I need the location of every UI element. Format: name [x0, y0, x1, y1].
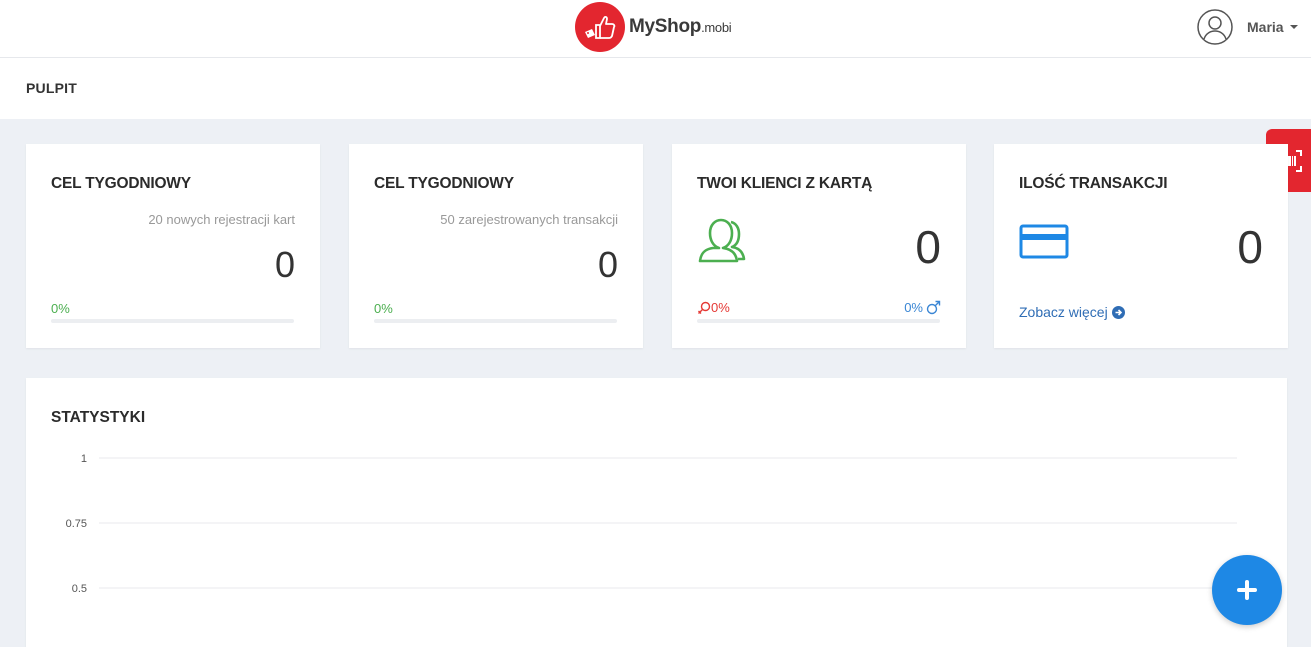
card-percent: 0% [374, 301, 393, 316]
male-symbol-icon [926, 300, 941, 315]
male-percent: 0% [904, 300, 941, 315]
card-clients-card: TWOI KLIENCI Z KARTĄ 0 0% 0% [672, 144, 966, 348]
users-icon [698, 218, 746, 263]
card-value: 0 [274, 244, 295, 285]
progress-bar [697, 319, 940, 323]
top-bar: MyShop.mobi Maria [0, 0, 1311, 58]
avatar-icon [1197, 9, 1233, 45]
card-subtitle: 20 nowych rejestracji kart [148, 212, 295, 227]
chevron-down-icon [1289, 25, 1298, 29]
card-title: TWOI KLIENCI Z KARTĄ [697, 175, 873, 192]
weekly-goal-transactions-card: CEL TYGODNIOWY 50 zarejestrowanych trans… [349, 144, 643, 348]
page-title: PULPIT [26, 80, 77, 96]
statistics-panel: STATYSTYKI 1 0.75 0.5 [26, 378, 1287, 647]
logo-thumbs-up-icon [575, 2, 625, 52]
card-percent: 0% [51, 301, 70, 316]
user-menu[interactable]: Maria [1197, 8, 1298, 46]
female-symbol-icon [698, 301, 711, 314]
brand-logo[interactable]: MyShop.mobi [575, 2, 732, 52]
page-header: PULPIT [0, 58, 1311, 119]
weekly-goal-cards-card: CEL TYGODNIOWY 20 nowych rejestracji kar… [26, 144, 320, 348]
plus-icon [1237, 580, 1257, 600]
user-name: Maria [1247, 19, 1284, 35]
progress-bar [374, 319, 617, 323]
y-tick-label: 0.5 [72, 583, 87, 595]
y-tick-label: 1 [81, 453, 87, 465]
credit-card-icon [1019, 224, 1069, 259]
see-more-link[interactable]: Zobacz więcej [1019, 304, 1125, 320]
card-title: CEL TYGODNIOWY [51, 175, 191, 192]
arrow-circle-right-icon [1111, 305, 1125, 319]
brand-name: MyShop.mobi [629, 16, 732, 37]
y-tick-label: 0.75 [66, 518, 87, 530]
card-value: 0 [915, 221, 941, 273]
add-button[interactable] [1212, 555, 1282, 625]
statistics-chart: 1 0.75 0.5 [66, 453, 1237, 595]
progress-bar [51, 319, 294, 323]
transactions-count-card: ILOŚĆ TRANSAKCJI 0 Zobacz więcej [994, 144, 1288, 348]
card-title: ILOŚĆ TRANSAKCJI [1019, 175, 1168, 192]
card-value: 0 [597, 244, 618, 285]
card-subtitle: 50 zarejestrowanych transakcji [440, 212, 618, 227]
female-percent: 0% [697, 300, 730, 315]
card-title: CEL TYGODNIOWY [374, 175, 514, 192]
card-value: 0 [1237, 221, 1263, 273]
